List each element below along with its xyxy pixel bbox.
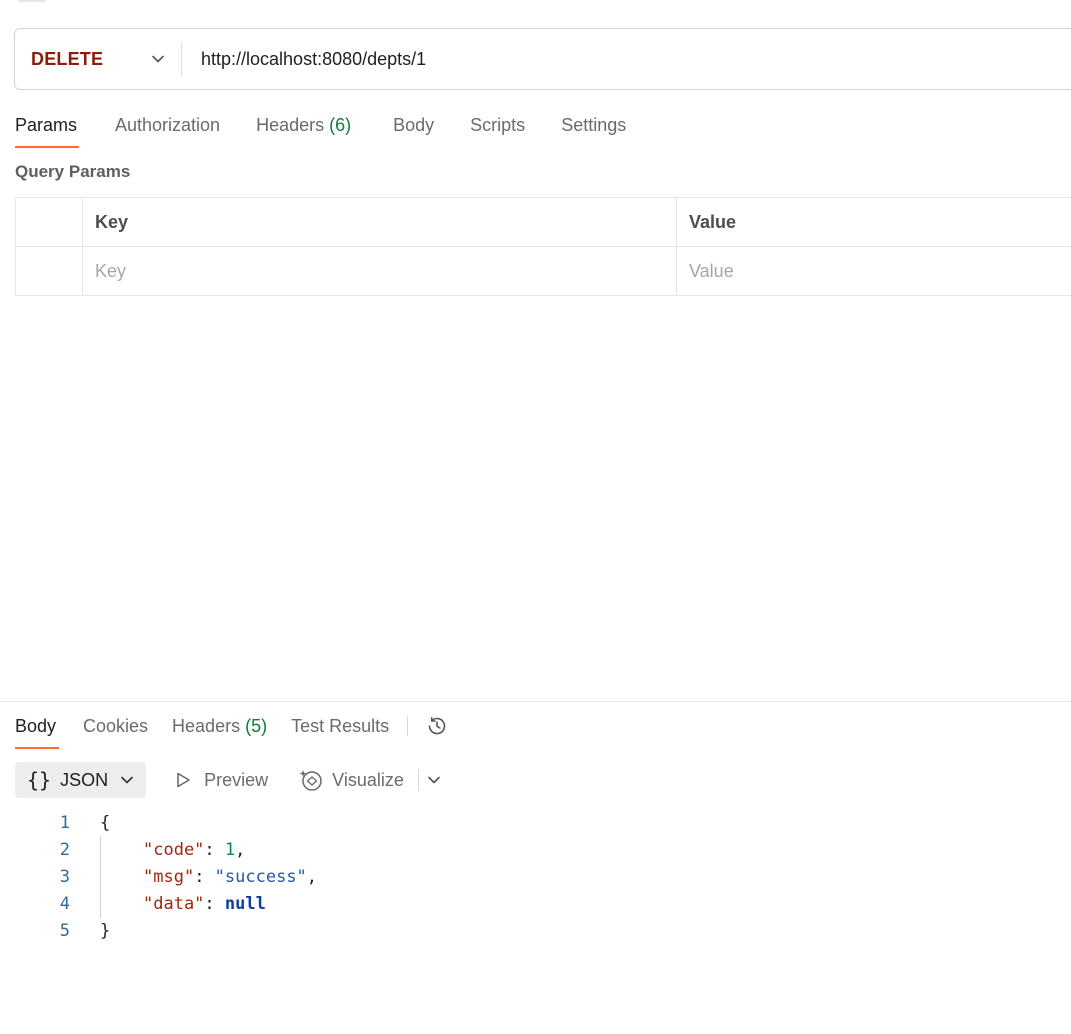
value-input[interactable]: Value: [677, 247, 1071, 295]
preview-label: Preview: [204, 769, 269, 790]
format-label: JSON: [60, 769, 109, 790]
chevron-down-icon[interactable]: [425, 771, 443, 789]
json-null: null: [224, 894, 266, 914]
request-url-bar: DELETE http://localhost:8080/depts/1: [14, 28, 1071, 90]
json-number: 1: [224, 840, 236, 860]
url-input[interactable]: http://localhost:8080/depts/1: [182, 49, 426, 70]
response-tab-cookies[interactable]: Cookies: [83, 709, 148, 749]
chevron-down-icon: [149, 50, 167, 68]
json-brace: {: [100, 813, 111, 833]
tab-headers[interactable]: Headers (6): [256, 108, 351, 148]
code-text: "code": 1,: [143, 837, 245, 864]
tab-label: Scripts: [470, 115, 526, 135]
json-comma: ,: [306, 867, 318, 887]
response-headers-count: (5): [245, 716, 268, 736]
key-column-header: Key: [83, 198, 677, 246]
method-select[interactable]: DELETE: [15, 29, 181, 89]
tab-params[interactable]: Params: [15, 108, 79, 148]
table-row: Key Value: [16, 247, 1071, 296]
code-text: {: [100, 810, 110, 837]
tab-settings[interactable]: Settings: [561, 108, 626, 148]
json-colon: :: [204, 894, 225, 914]
response-pane-divider[interactable]: [0, 701, 1071, 702]
visualize-sparkle-icon: [298, 767, 324, 793]
code-text: }: [100, 918, 110, 945]
play-outline-icon: [172, 769, 194, 791]
tab-separator: [407, 716, 409, 736]
line-number: 2: [59, 840, 70, 860]
json-comma: ,: [235, 840, 246, 860]
code-line: 1 {: [0, 810, 700, 837]
key-input[interactable]: Key: [83, 247, 677, 295]
top-edge-fragment: [18, 0, 46, 2]
tab-label: Params: [15, 115, 78, 135]
query-params-table: Key Value Key Value: [15, 197, 1071, 296]
format-select[interactable]: {} JSON: [15, 762, 147, 798]
json-key: "msg": [143, 867, 195, 887]
request-tabs: Params Authorization Headers (6) Body Sc…: [15, 108, 626, 150]
code-line: 2 "code": 1,: [0, 837, 700, 864]
preview-button[interactable]: Preview: [172, 762, 268, 798]
tab-body[interactable]: Body: [393, 108, 434, 148]
response-tab-body[interactable]: Body: [15, 709, 59, 749]
code-text: "msg": "success",: [143, 864, 317, 891]
headers-count: (6): [329, 115, 352, 135]
tab-label: Settings: [561, 115, 627, 135]
response-body-code[interactable]: 1 { 2 "code": 1, 3 "msg": "success", 4 "…: [0, 810, 700, 945]
tab-label: Body: [393, 115, 435, 135]
toolbar-separator: [417, 769, 419, 791]
history-icon[interactable]: [424, 713, 450, 739]
json-string: "success": [214, 867, 307, 887]
tab-label: Headers: [256, 115, 325, 135]
line-number: 1: [59, 813, 70, 833]
response-tabs: Body Cookies Headers (5) Test Results: [15, 709, 450, 751]
line-number: 4: [59, 894, 70, 914]
tab-scripts[interactable]: Scripts: [470, 108, 525, 148]
method-label: DELETE: [31, 48, 104, 69]
tab-label: Body: [15, 716, 57, 736]
line-number: 3: [59, 867, 70, 887]
json-key: "data": [143, 894, 205, 914]
query-params-title: Query Params: [15, 162, 131, 181]
chevron-down-icon: [118, 771, 136, 789]
json-colon: :: [204, 840, 225, 860]
json-colon: :: [194, 867, 215, 887]
row-checkbox-cell: [16, 247, 83, 295]
json-key: "code": [143, 840, 205, 860]
response-toolbar: {} JSON Preview Visualize: [15, 762, 443, 798]
value-column-header: Value: [689, 211, 737, 232]
tab-label: Headers: [172, 716, 241, 736]
tab-label: Cookies: [83, 716, 149, 736]
code-line: 3 "msg": "success",: [0, 864, 700, 891]
code-line: 4 "data": null: [0, 891, 700, 918]
code-line: 5 }: [0, 918, 700, 945]
table-header-row: Key Value: [16, 198, 1071, 247]
braces-icon: {}: [27, 768, 52, 792]
visualize-label: Visualize: [332, 769, 404, 790]
response-tab-test-results[interactable]: Test Results: [291, 709, 389, 749]
checkbox-column-header: [16, 198, 83, 246]
json-brace: }: [100, 921, 111, 941]
visualize-button[interactable]: Visualize: [298, 762, 404, 798]
response-tab-headers[interactable]: Headers (5): [172, 709, 267, 749]
tab-authorization[interactable]: Authorization: [115, 108, 220, 148]
code-text: "data": null: [143, 891, 266, 918]
tab-label: Test Results: [291, 716, 390, 736]
line-number: 5: [59, 921, 70, 941]
tab-label: Authorization: [115, 115, 221, 135]
